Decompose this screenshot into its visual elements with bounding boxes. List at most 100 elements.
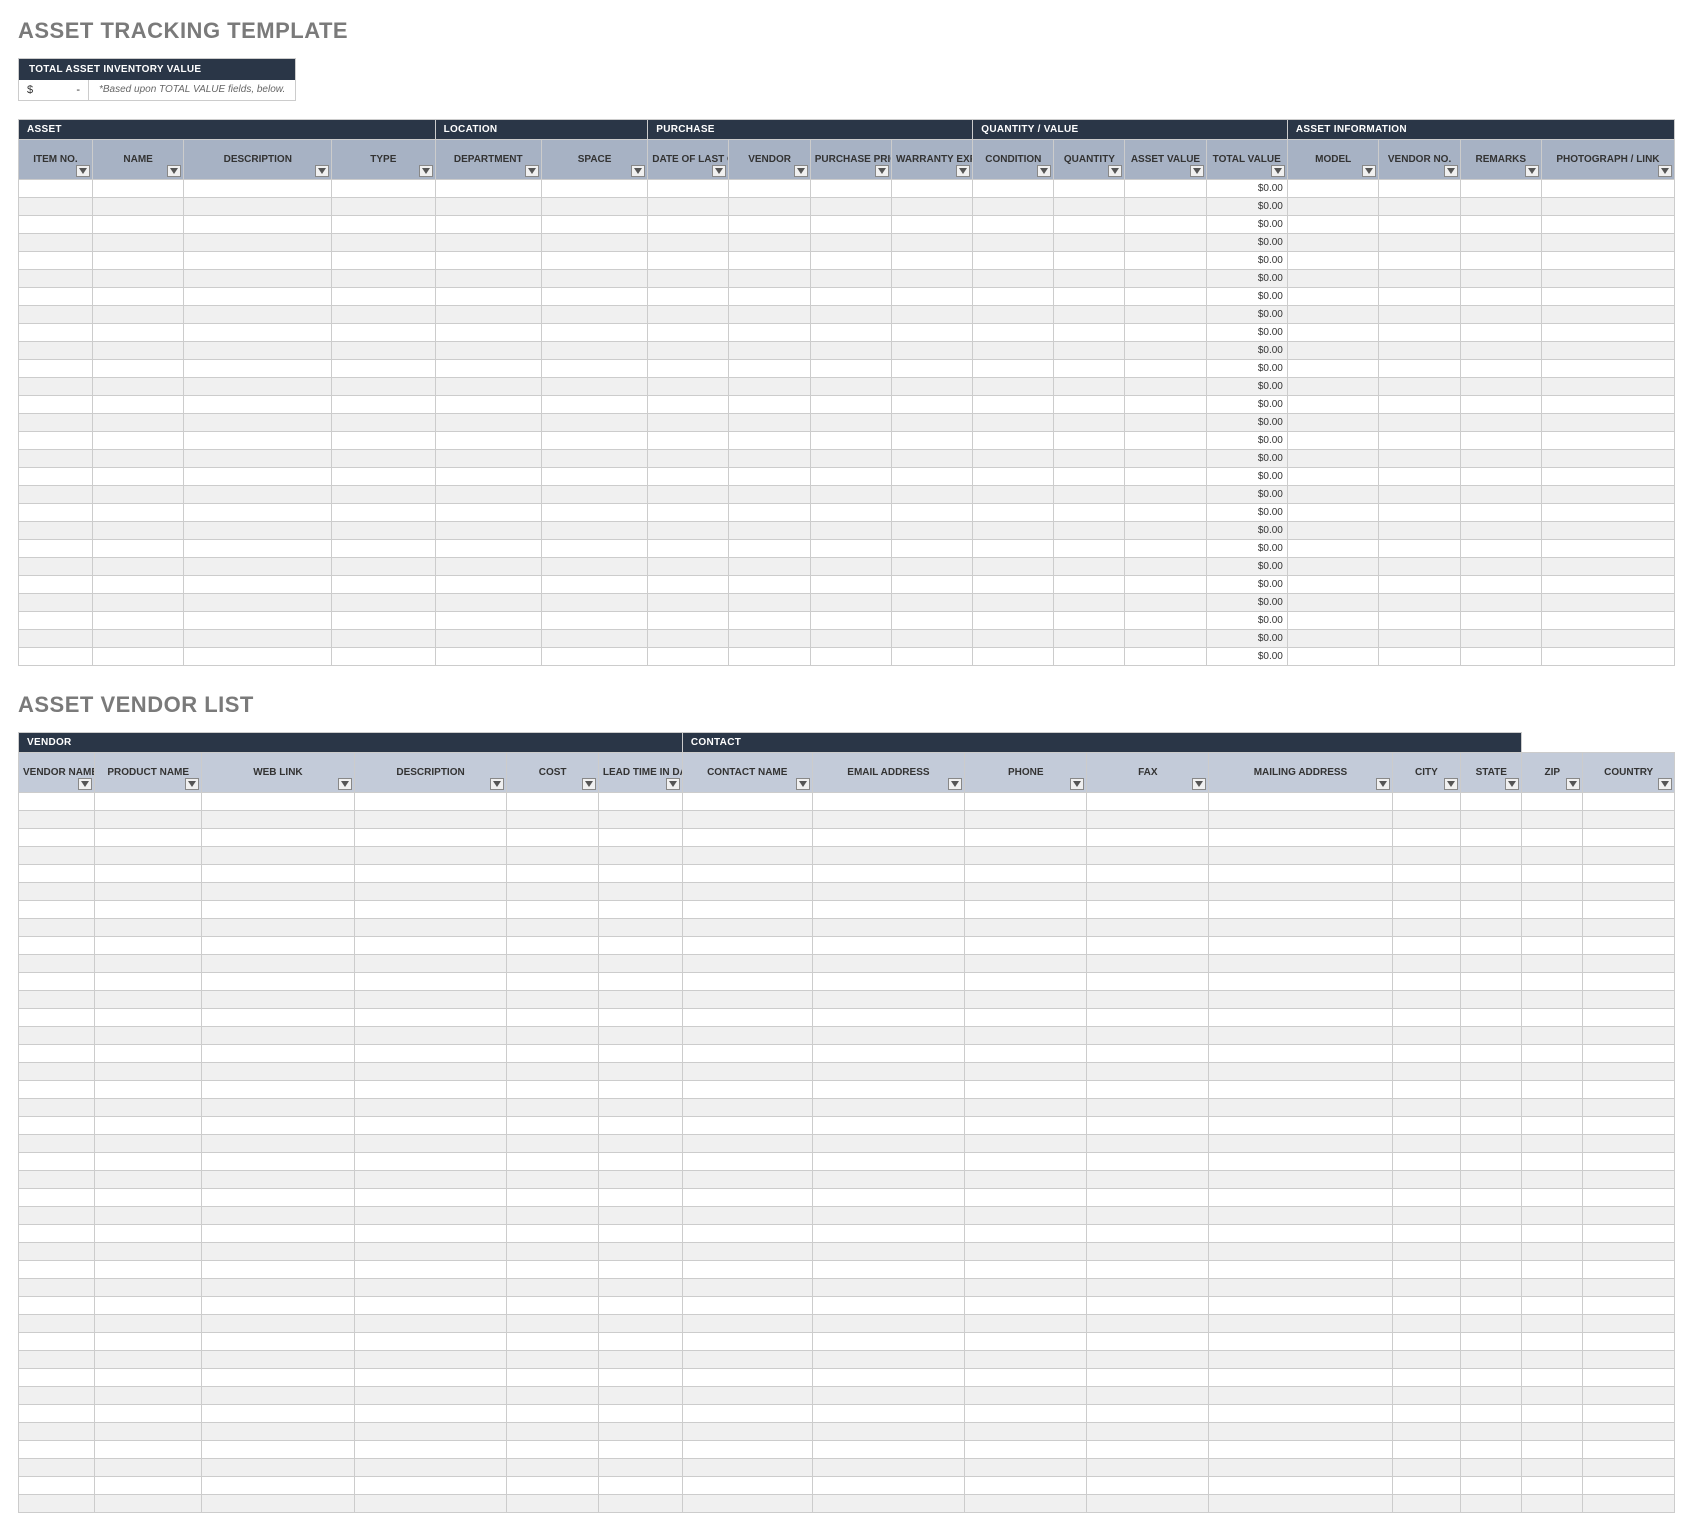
cell[interactable] (1087, 973, 1209, 991)
cell[interactable] (19, 1369, 95, 1387)
cell[interactable] (19, 1135, 95, 1153)
cell[interactable] (1392, 1387, 1461, 1405)
cell[interactable] (1087, 1081, 1209, 1099)
cell[interactable] (95, 1171, 202, 1189)
cell[interactable] (648, 558, 729, 576)
cell[interactable] (19, 883, 95, 901)
cell[interactable] (1522, 1441, 1583, 1459)
cell[interactable] (973, 576, 1054, 594)
cell[interactable] (1392, 919, 1461, 937)
cell[interactable] (332, 612, 435, 630)
cell[interactable] (332, 270, 435, 288)
cell[interactable] (19, 468, 93, 486)
cell[interactable] (812, 1117, 965, 1135)
cell[interactable] (1461, 919, 1522, 937)
cell[interactable] (1460, 360, 1541, 378)
cell[interactable] (95, 991, 202, 1009)
column-header[interactable]: NAME (92, 140, 184, 180)
cell[interactable] (202, 1225, 355, 1243)
cell[interactable] (1209, 1423, 1392, 1441)
cell[interactable] (1392, 1477, 1461, 1495)
cell[interactable] (1522, 1495, 1583, 1513)
cell[interactable] (729, 324, 810, 342)
cell[interactable] (1583, 1387, 1675, 1405)
cell[interactable] (95, 1243, 202, 1261)
cell[interactable] (1461, 1225, 1522, 1243)
cell[interactable] (682, 811, 812, 829)
cell[interactable] (891, 324, 972, 342)
filter-icon[interactable] (956, 165, 970, 177)
cell[interactable] (19, 612, 93, 630)
cell[interactable] (1460, 594, 1541, 612)
cell[interactable] (92, 216, 184, 234)
column-header[interactable]: REMARKS (1460, 140, 1541, 180)
filter-icon[interactable] (525, 165, 539, 177)
cell[interactable] (729, 180, 810, 198)
cell[interactable] (598, 1225, 682, 1243)
cell[interactable] (1379, 450, 1460, 468)
cell[interactable] (1583, 1423, 1675, 1441)
cell[interactable] (507, 1279, 599, 1297)
cell[interactable] (598, 1099, 682, 1117)
cell[interactable] (812, 1009, 965, 1027)
cell[interactable] (1392, 1243, 1461, 1261)
cell[interactable] (1287, 234, 1379, 252)
cell[interactable] (598, 1171, 682, 1189)
cell[interactable] (1583, 1243, 1675, 1261)
cell[interactable] (973, 540, 1054, 558)
cell[interactable] (92, 324, 184, 342)
cell[interactable] (19, 793, 95, 811)
cell[interactable] (202, 1045, 355, 1063)
cell[interactable] (202, 1423, 355, 1441)
cell[interactable] (1287, 270, 1379, 288)
cell[interactable] (965, 1027, 1087, 1045)
cell[interactable] (95, 955, 202, 973)
cell[interactable] (598, 1243, 682, 1261)
filter-icon[interactable] (1271, 165, 1285, 177)
cell[interactable] (184, 522, 332, 540)
cell[interactable] (1209, 1009, 1392, 1027)
cell[interactable] (812, 1045, 965, 1063)
cell[interactable] (682, 1423, 812, 1441)
cell[interactable] (202, 1171, 355, 1189)
cell[interactable] (1287, 540, 1379, 558)
cell[interactable] (729, 396, 810, 414)
cell[interactable] (1287, 378, 1379, 396)
cell[interactable] (891, 396, 972, 414)
cell[interactable] (1087, 1387, 1209, 1405)
cell[interactable] (973, 594, 1054, 612)
cell[interactable] (354, 847, 507, 865)
cell[interactable] (965, 991, 1087, 1009)
cell[interactable] (1460, 306, 1541, 324)
cell[interactable] (1209, 901, 1392, 919)
cell[interactable]: $0.00 (1206, 504, 1287, 522)
cell[interactable] (184, 594, 332, 612)
cell[interactable] (435, 414, 541, 432)
cell[interactable] (95, 793, 202, 811)
cell[interactable] (1087, 883, 1209, 901)
cell[interactable]: $0.00 (1206, 486, 1287, 504)
cell[interactable] (1087, 1225, 1209, 1243)
cell[interactable] (19, 829, 95, 847)
cell[interactable] (891, 198, 972, 216)
cell[interactable] (19, 594, 93, 612)
cell[interactable] (1087, 1315, 1209, 1333)
cell[interactable] (965, 1063, 1087, 1081)
cell[interactable] (891, 648, 972, 666)
column-header[interactable]: DESCRIPTION (184, 140, 332, 180)
cell[interactable] (95, 1459, 202, 1477)
cell[interactable] (598, 829, 682, 847)
cell[interactable] (648, 324, 729, 342)
cell[interactable] (1541, 540, 1674, 558)
cell[interactable] (891, 486, 972, 504)
cell[interactable] (184, 576, 332, 594)
cell[interactable] (1522, 829, 1583, 847)
cell[interactable] (1522, 937, 1583, 955)
column-header[interactable]: CONTACT NAME (682, 753, 812, 793)
cell[interactable] (435, 180, 541, 198)
cell[interactable] (1461, 1153, 1522, 1171)
cell[interactable] (812, 1297, 965, 1315)
cell[interactable] (19, 486, 93, 504)
cell[interactable] (95, 847, 202, 865)
cell[interactable] (332, 180, 435, 198)
